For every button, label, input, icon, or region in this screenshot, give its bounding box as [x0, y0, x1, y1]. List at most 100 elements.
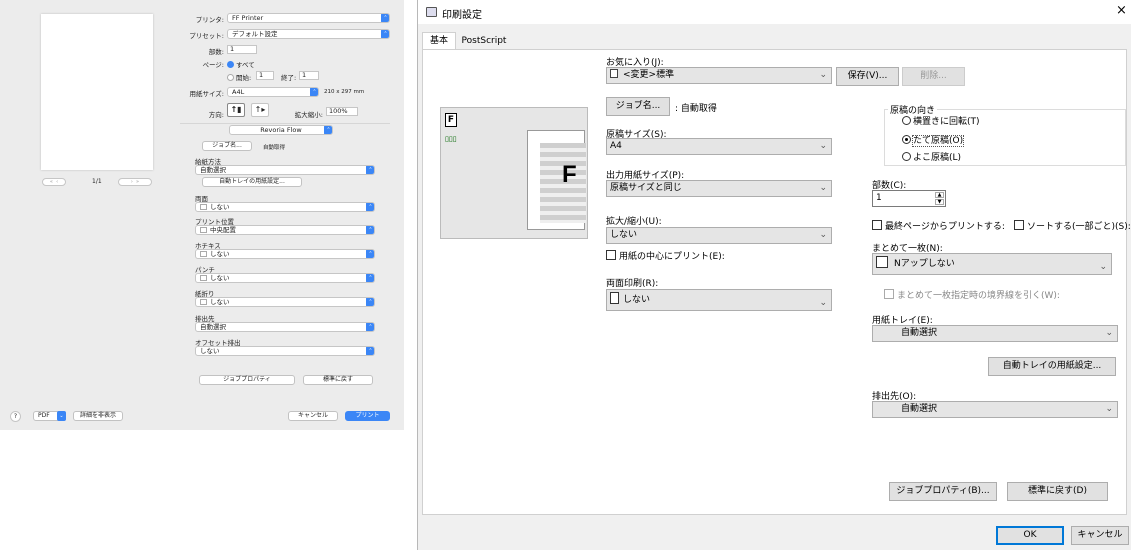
popup-arrow-icon: ⌃	[366, 323, 374, 331]
job-properties-button[interactable]: ジョブプロパティ	[199, 375, 295, 385]
popup-arrow-icon: ⌃	[366, 347, 374, 355]
copies-label: 部数:	[208, 48, 224, 56]
restore-defaults-button[interactable]: 標準に戻す(D)	[1007, 482, 1108, 501]
staple-select[interactable]: しない ⌃	[195, 249, 375, 259]
chevron-down-icon: ⌄	[819, 70, 827, 80]
preset-label: プリセット:	[189, 32, 224, 40]
spin-down-icon[interactable]: ▼	[935, 199, 944, 205]
spin-up-icon[interactable]: ▲	[935, 192, 944, 198]
pages-from-label: 開始:	[236, 74, 252, 82]
output-value: 自動選択	[901, 404, 938, 414]
staple-icon	[200, 251, 207, 257]
pages-all-radio[interactable]: すべて	[227, 59, 255, 69]
job-name-value: 自動取得	[263, 145, 286, 151]
punch-select[interactable]: しない ⌃	[195, 273, 375, 283]
cancel-button[interactable]: キャンセル	[1071, 526, 1129, 545]
duplex-value: しない	[623, 295, 651, 305]
punch-value: しない	[210, 274, 230, 282]
chevron-down-icon: ⌄	[819, 141, 827, 151]
output-select[interactable]: 自動選択 ⌄	[872, 401, 1118, 418]
favorites-value: <変更>標準	[623, 70, 675, 80]
tray-select[interactable]: 自動選択 ⌄	[872, 325, 1118, 342]
orientation-icon: F	[445, 113, 457, 127]
paper-method-select[interactable]: 自動選択 ⌃	[195, 165, 375, 175]
orient-portrait-label: たて原稿(O)	[911, 135, 965, 147]
panel-select[interactable]: Revoria Flow ⌃	[229, 125, 333, 135]
fold-icon	[200, 299, 207, 305]
help-button[interactable]: ?	[10, 411, 21, 422]
print-button[interactable]: プリント	[345, 411, 390, 421]
orientation-label: 方向:	[208, 111, 224, 119]
radio-selected-icon	[902, 135, 911, 144]
preview-area: F ▯▯▯ F	[440, 107, 588, 239]
dropdown-arrow-icon: ⌄	[57, 411, 66, 421]
save-button[interactable]: 保存(V)...	[836, 67, 899, 86]
copies-field[interactable]: 1	[227, 45, 257, 54]
job-name-button[interactable]: ジョブ名...	[202, 141, 252, 151]
pages-from-field[interactable]: 1	[256, 71, 274, 80]
restore-defaults-button[interactable]: 標準に戻す	[303, 375, 373, 385]
output-select[interactable]: 自動選択 ⌃	[195, 322, 375, 332]
tab-basic[interactable]: 基本	[422, 32, 456, 50]
ok-button[interactable]: OK	[996, 526, 1064, 545]
close-icon[interactable]: ×	[1116, 3, 1127, 18]
first-page-button[interactable]: « ‹	[42, 178, 66, 186]
tab-postscript[interactable]: PostScript	[458, 35, 510, 50]
popup-arrow-icon: ⌃	[310, 88, 318, 96]
orient-rotate-radio[interactable]: 横置きに回転(T)	[902, 114, 980, 127]
scale-field[interactable]: 100%	[326, 107, 358, 116]
scale-label: 拡大縮小:	[294, 111, 323, 119]
paper-size-value: A4L	[232, 88, 245, 96]
scale-select[interactable]: しない ⌄	[606, 227, 832, 244]
original-size-select[interactable]: A4 ⌄	[606, 138, 832, 155]
popup-arrow-icon: ⌃	[366, 226, 374, 234]
printer-label: プリンタ:	[195, 16, 224, 24]
favorites-select[interactable]: <変更>標準 ⌄	[606, 67, 832, 84]
center-print-checkbox[interactable]: 用紙の中心にプリント(E):	[606, 249, 725, 262]
checkbox-icon	[884, 289, 894, 299]
print-position-select[interactable]: 中央配置 ⌃	[195, 225, 375, 235]
paper-size-select[interactable]: A4L ⌃	[227, 87, 319, 97]
output-size-value: 原稿サイズと同じ	[610, 183, 682, 193]
duplex-select[interactable]: しない ⌄	[606, 289, 832, 311]
popup-arrow-icon: ⌃	[366, 166, 374, 174]
orient-portrait-radio[interactable]: たて原稿(O)	[902, 133, 965, 147]
offset-select[interactable]: しない ⌃	[195, 346, 375, 356]
orient-landscape-radio[interactable]: よこ原稿(L)	[902, 150, 961, 163]
printer-select[interactable]: FF Printer ⌃	[227, 13, 390, 23]
last-page-checkbox[interactable]: 最終ページからプリントする:	[872, 219, 1005, 232]
preset-select[interactable]: デフォルト設定 ⌃	[227, 29, 390, 39]
cancel-button[interactable]: キャンセル	[288, 411, 338, 421]
auto-tray-button[interactable]: 自動トレイの用紙設定...	[988, 357, 1116, 376]
hide-details-button[interactable]: 詳細を非表示	[73, 411, 123, 421]
window-title: 印刷設定	[442, 10, 482, 21]
auto-tray-button[interactable]: 自動トレイの用紙設定...	[202, 177, 302, 187]
checkbox-icon	[1014, 220, 1024, 230]
pdf-menu-button[interactable]: PDF ⌄	[33, 411, 66, 421]
nup-border-checkbox[interactable]: まとめて一枚指定時の境界線を引く(W):	[884, 288, 1060, 301]
popup-arrow-icon: ⌃	[366, 203, 374, 211]
delete-button[interactable]: 削除...	[902, 67, 965, 86]
duplex-select[interactable]: しない ⌃	[195, 202, 375, 212]
scale-value: しない	[610, 230, 638, 240]
pages-to-field[interactable]: 1	[299, 71, 319, 80]
checkbox-icon	[606, 250, 616, 260]
landscape-button[interactable]: ↑▸	[251, 103, 269, 117]
printer-icon	[426, 7, 437, 17]
next-page-button[interactable]: › »	[118, 178, 152, 186]
job-name-button[interactable]: ジョブ名...	[606, 97, 670, 116]
radio-icon	[902, 116, 911, 125]
job-properties-button[interactable]: ジョブプロパティ(B)...	[889, 482, 997, 501]
output-size-select[interactable]: 原稿サイズと同じ ⌄	[606, 180, 832, 197]
portrait-button[interactable]: ↑▮	[227, 103, 245, 117]
copies-spinner[interactable]: 1 ▲ ▼	[872, 190, 946, 207]
chevron-down-icon: ⌄	[819, 183, 827, 193]
pages-range-radio[interactable]: 開始:	[227, 72, 251, 82]
preset-value: デフォルト設定	[232, 30, 278, 38]
offset-value: しない	[200, 347, 220, 355]
duplex-label: 両面印刷(R):	[606, 279, 659, 289]
printer-value: FF Printer	[232, 14, 264, 22]
sort-checkbox[interactable]: ソートする(一部ごと)(S):	[1014, 219, 1131, 232]
nup-select[interactable]: Nアップしない ⌄	[872, 253, 1112, 275]
fold-select[interactable]: しない ⌃	[195, 297, 375, 307]
